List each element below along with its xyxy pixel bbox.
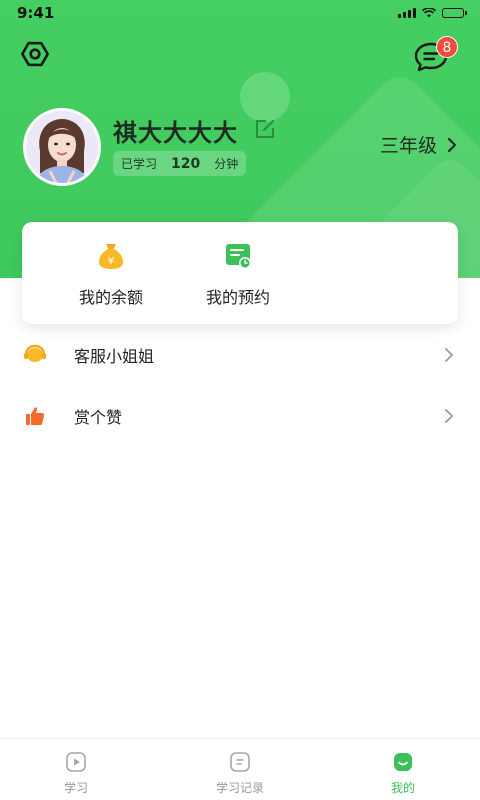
appointment-button[interactable]: 我的预约 [178,240,298,308]
chevron-right-icon [445,348,453,362]
record-icon [230,752,250,772]
list-item-customer-service[interactable]: 客服小姐姐 [0,325,480,385]
customer-service-icon [23,343,47,367]
tab-label: 学习 [63,781,88,795]
appointment-icon [222,240,254,272]
balance-button[interactable]: ¥ 我的余额 [51,240,171,308]
study-time-pill: 已学习 120 分钟 [113,151,247,176]
study-time-unit: 分钟 [214,157,239,171]
tab-mine[interactable]: 我的 [343,751,463,796]
mine-icon [394,753,412,771]
edit-profile-button[interactable] [254,118,276,140]
quick-actions-card: ¥ 我的余额 我的预约 [22,222,458,324]
list-item-like[interactable]: 赏个赞 [0,386,480,446]
grade-selector[interactable]: 三年级 [380,131,457,158]
svg-text:¥: ¥ [108,256,114,267]
play-icon [66,752,86,772]
chevron-right-icon [447,137,457,152]
wifi-icon [422,8,436,18]
appointment-label: 我的预约 [205,288,270,307]
hexagon-settings-icon [21,41,49,67]
decoration-circle [240,72,290,122]
status-time: 9:41 [17,4,55,22]
avatar-portrait-icon [26,111,98,183]
list-item-label: 赏个赞 [74,408,123,427]
signal-icon [398,8,416,18]
tab-label: 我的 [390,781,415,795]
study-time-prefix: 已学习 [121,157,158,171]
tab-study-record[interactable]: 学习记录 [180,751,300,796]
battery-icon [442,8,467,18]
study-time-minutes: 120 [171,155,201,172]
grade-label: 三年级 [380,135,438,157]
bottom-tab-bar: 学习 学习记录 我的 [0,738,480,800]
money-bag-icon: ¥ [95,240,127,272]
avatar[interactable] [23,108,101,186]
tab-label: 学习记录 [215,781,264,795]
status-icons [398,8,467,18]
balance-label: 我的余额 [78,288,143,307]
status-bar: 9:41 [0,0,480,26]
message-badge: 8 [436,36,458,58]
settings-button[interactable] [19,38,51,70]
list-item-label: 客服小姐姐 [74,347,155,366]
username: 祺大大大大 [113,119,238,147]
tab-study[interactable]: 学习 [16,751,136,796]
chevron-right-icon [445,409,453,423]
edit-icon [256,120,274,138]
thumbs-up-icon [23,404,47,428]
